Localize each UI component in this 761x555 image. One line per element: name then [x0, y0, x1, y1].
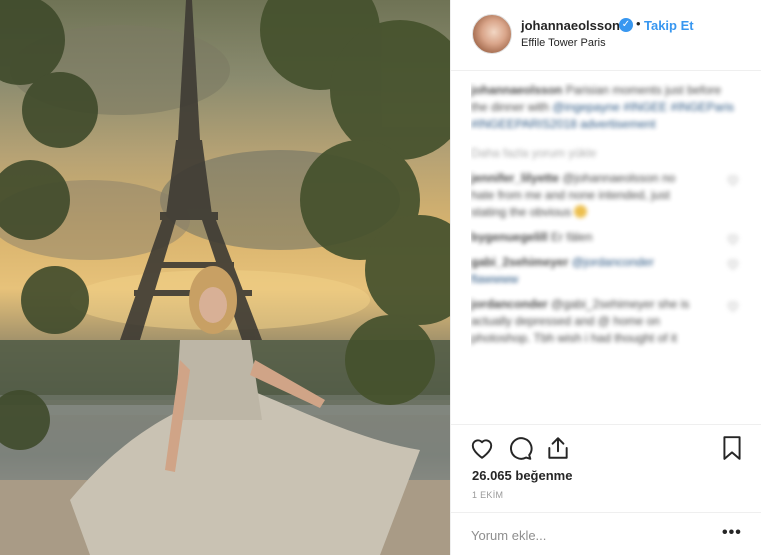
comment-username[interactable]: gabi_2sehimeyer	[471, 255, 568, 269]
separator-dot: •	[636, 16, 641, 31]
likes-count[interactable]: 26.065 beğenme	[472, 468, 572, 483]
heart-icon[interactable]	[469, 435, 495, 461]
post-photo[interactable]	[0, 0, 450, 555]
username-link[interactable]: johannaeolsson	[521, 18, 620, 33]
post-actions	[451, 424, 761, 469]
comment-icon[interactable]	[507, 435, 533, 461]
comment-username[interactable]: jordanconder	[471, 297, 548, 311]
comment-text: Er fälen	[551, 230, 593, 244]
add-comment-bar: •••	[451, 512, 761, 555]
post-date[interactable]: 1 EKİM	[472, 490, 503, 500]
post-caption: johannaeolsson Parisian moments just bef…	[471, 82, 741, 133]
more-options-button[interactable]: •••	[722, 524, 742, 542]
load-more-comments-button[interactable]: Daha fazla yorum yükle	[471, 145, 746, 162]
comment-item: jordanconder @gabi_2sehimeyer she is act…	[471, 296, 738, 347]
comment-like-icon[interactable]	[727, 300, 739, 312]
comment-like-icon[interactable]	[727, 174, 739, 186]
comment-item: gabi_2sehimeyer @jordanconder flawwww	[471, 254, 738, 288]
comments-list: johannaeolsson Parisian moments just bef…	[471, 82, 746, 422]
comment-username[interactable]: bygenuegelill	[471, 230, 548, 244]
comment-like-icon[interactable]	[727, 258, 739, 270]
location-link[interactable]: Effile Tower Paris	[521, 37, 606, 49]
follow-button[interactable]: Takip Et	[644, 18, 694, 33]
share-icon[interactable]	[545, 435, 571, 461]
comment-like-icon[interactable]	[727, 233, 739, 245]
comment-username[interactable]: jennifer_lilyette	[471, 171, 559, 185]
emoji-icon	[574, 205, 588, 218]
post-sidebar: johannaeolsson ✓ • Takip Et Effile Tower…	[450, 0, 761, 555]
comment-item: bygenuegelill Er fälen	[471, 229, 738, 246]
caption-username[interactable]: johannaeolsson	[471, 83, 562, 97]
bookmark-icon[interactable]	[719, 435, 745, 461]
verified-badge-icon: ✓	[619, 18, 633, 32]
post-header: johannaeolsson ✓ • Takip Et Effile Tower…	[451, 0, 761, 71]
comment-input[interactable]	[471, 525, 701, 545]
avatar[interactable]	[472, 14, 512, 54]
comment-item: jennifer_lilyette @johannaeolsson no hat…	[471, 170, 738, 221]
